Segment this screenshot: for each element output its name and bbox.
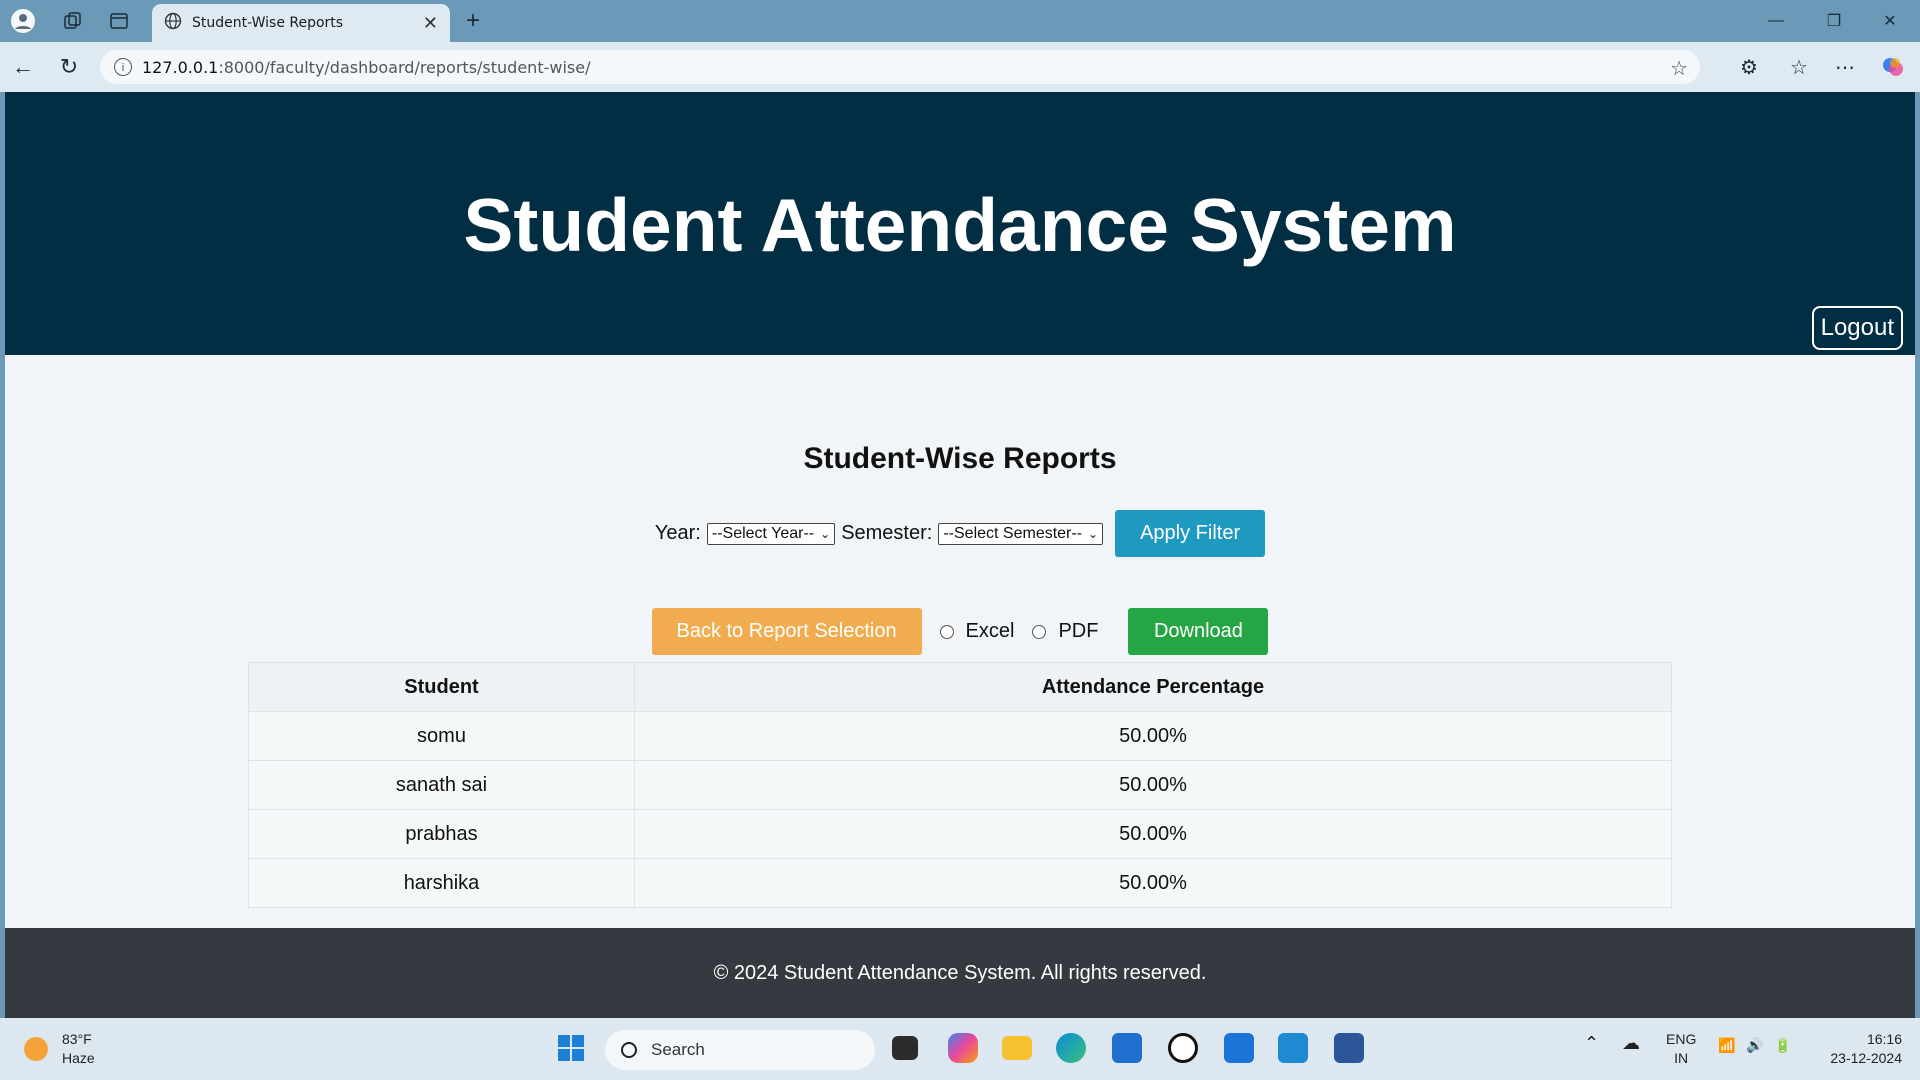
pdf-label: PDF [1058,620,1099,642]
file-explorer-icon[interactable] [1002,1036,1032,1060]
year-select-value: --Select Year-- [711,524,815,542]
year-label: Year: [654,522,701,544]
copilot-taskbar-icon[interactable] [948,1033,978,1063]
restore-icon[interactable]: ❐ [1806,0,1862,42]
student-name-cell: prabhas [248,809,635,859]
search-icon [621,1042,637,1058]
tab-actions-icon[interactable] [106,8,132,34]
tab-title: Student-Wise Reports [192,15,344,31]
attendance-cell: 50.00% [634,711,1672,761]
column-header-attendance: Attendance Percentage [634,662,1672,712]
more-menu-icon[interactable]: ⋯ [1830,52,1860,82]
chevron-down-icon: ⌄ [1088,526,1099,541]
language-indicator[interactable]: ENG IN [1666,1030,1696,1068]
temperature: 83°F [62,1031,92,1047]
weather-condition: Haze [62,1050,95,1066]
vscode-icon[interactable] [1278,1033,1308,1063]
url-host: 127.0.0.1 [142,57,219,77]
page-title: Student-Wise Reports [803,442,1117,475]
battery-icon[interactable]: 🔋 [1774,1036,1791,1055]
year-select[interactable]: --Select Year-- ⌄ [706,522,836,545]
clock-date: 23-12-2024 [1830,1050,1902,1066]
semester-select-value: --Select Semester-- [943,524,1083,542]
footer-copyright: © 2024 Student Attendance System. All ri… [713,961,1207,984]
site-footer: © 2024 Student Attendance System. All ri… [5,928,1915,1018]
globe-icon [164,12,182,34]
attendance-table: Student Attendance Percentage somu 50.00… [248,662,1672,908]
browser-tab-bar: Student-Wise Reports ✕ + — ❐ ✕ [0,0,1920,42]
pdf-radio[interactable]: PDF [1032,620,1098,643]
taskbar-search[interactable]: Search [605,1030,875,1070]
back-arrow-icon[interactable]: ← [8,52,38,82]
taskbar-search-placeholder: Search [651,1040,705,1059]
excel-radio[interactable]: Excel [939,620,1015,643]
address-bar[interactable]: i 127.0.0.1:8000/faculty/dashboard/repor… [100,50,1700,84]
filter-form: Year: --Select Year-- ⌄ Semester: --Sele… [5,510,1915,557]
table-row: sanath sai 50.00% [248,760,1672,810]
profile-icon[interactable] [8,6,38,36]
excel-label: Excel [965,620,1015,642]
clock-time: 16:16 [1866,1031,1902,1047]
student-name-cell: somu [248,711,635,761]
browser-toolbar: ← ↻ i 127.0.0.1:8000/faculty/dashboard/r… [0,42,1920,92]
close-tab-icon[interactable]: ✕ [423,13,438,34]
cortana-icon[interactable] [1224,1033,1254,1063]
back-to-report-selection-button[interactable]: Back to Report Selection [651,608,922,655]
edge-browser-icon[interactable] [1056,1033,1086,1063]
attendance-cell: 50.00% [634,809,1672,859]
volume-icon[interactable]: 🔊 [1746,1036,1763,1055]
clock[interactable]: 16:16 23-12-2024 [1816,1030,1902,1068]
close-window-icon[interactable]: ✕ [1862,0,1918,42]
student-name-cell: harshika [248,858,635,908]
table-header-row: Student Attendance Percentage [248,662,1672,712]
onedrive-cloud-icon[interactable]: ☁ [1622,1034,1640,1053]
table-row: harshika 50.00% [248,858,1672,908]
task-view-icon[interactable] [892,1036,918,1060]
url-path: :8000/faculty/dashboard/reports/student-… [218,57,591,77]
attendance-cell: 50.00% [634,760,1672,810]
table-row: prabhas 50.00% [248,809,1672,859]
semester-select[interactable]: --Select Semester-- ⌄ [938,522,1104,545]
whatsapp-icon[interactable] [1168,1033,1198,1063]
column-header-student: Student [248,662,635,712]
taskbar: 83°F Haze Search ⌃ ☁ ENG IN 📶 🔊 🔋 16:16 … [0,1018,1920,1080]
apply-filter-button[interactable]: Apply Filter [1115,510,1266,557]
logout-button[interactable]: Logout [1811,306,1903,350]
radio-circle-icon[interactable] [1032,624,1047,639]
student-name-cell: sanath sai [248,760,635,810]
site-header: Student Attendance System Logout [5,92,1915,355]
favorite-star-icon[interactable]: ☆ [1670,56,1688,80]
wifi-icon[interactable]: 📶 [1718,1036,1735,1055]
site-info-icon[interactable]: i [114,58,132,76]
table-row: somu 50.00% [248,711,1672,761]
language-code: ENG [1666,1031,1697,1047]
workspaces-icon[interactable] [60,8,86,34]
microsoft-store-icon[interactable] [1112,1033,1142,1063]
tab-student-wise-reports[interactable]: Student-Wise Reports ✕ [152,4,450,42]
windows-start-icon[interactable] [556,1033,586,1063]
radio-circle-icon[interactable] [939,624,954,639]
semester-label: Semester: [841,522,933,544]
reload-icon[interactable]: ↻ [54,52,84,82]
haze-sun-icon [24,1037,48,1061]
favorites-icon[interactable]: ☆ [1784,52,1814,82]
word-icon[interactable] [1334,1033,1364,1063]
site-title: Student Attendance System [463,183,1457,267]
attendance-cell: 50.00% [634,858,1672,908]
region-code: IN [1674,1050,1689,1066]
weather-widget[interactable]: 83°F Haze [24,1030,95,1068]
chevron-down-icon: ⌄ [820,526,831,541]
report-actions: Back to Report Selection Excel PDF Downl… [5,608,1915,655]
show-hidden-icons[interactable]: ⌃ [1584,1034,1599,1053]
page-viewport: Student Attendance System Logout Student… [5,92,1915,1018]
extensions-icon[interactable]: ⚙ [1734,52,1764,82]
copilot-icon[interactable] [1878,52,1908,82]
minimize-icon[interactable]: — [1748,0,1804,42]
new-tab-icon[interactable]: + [458,6,488,36]
download-button[interactable]: Download [1128,608,1269,655]
